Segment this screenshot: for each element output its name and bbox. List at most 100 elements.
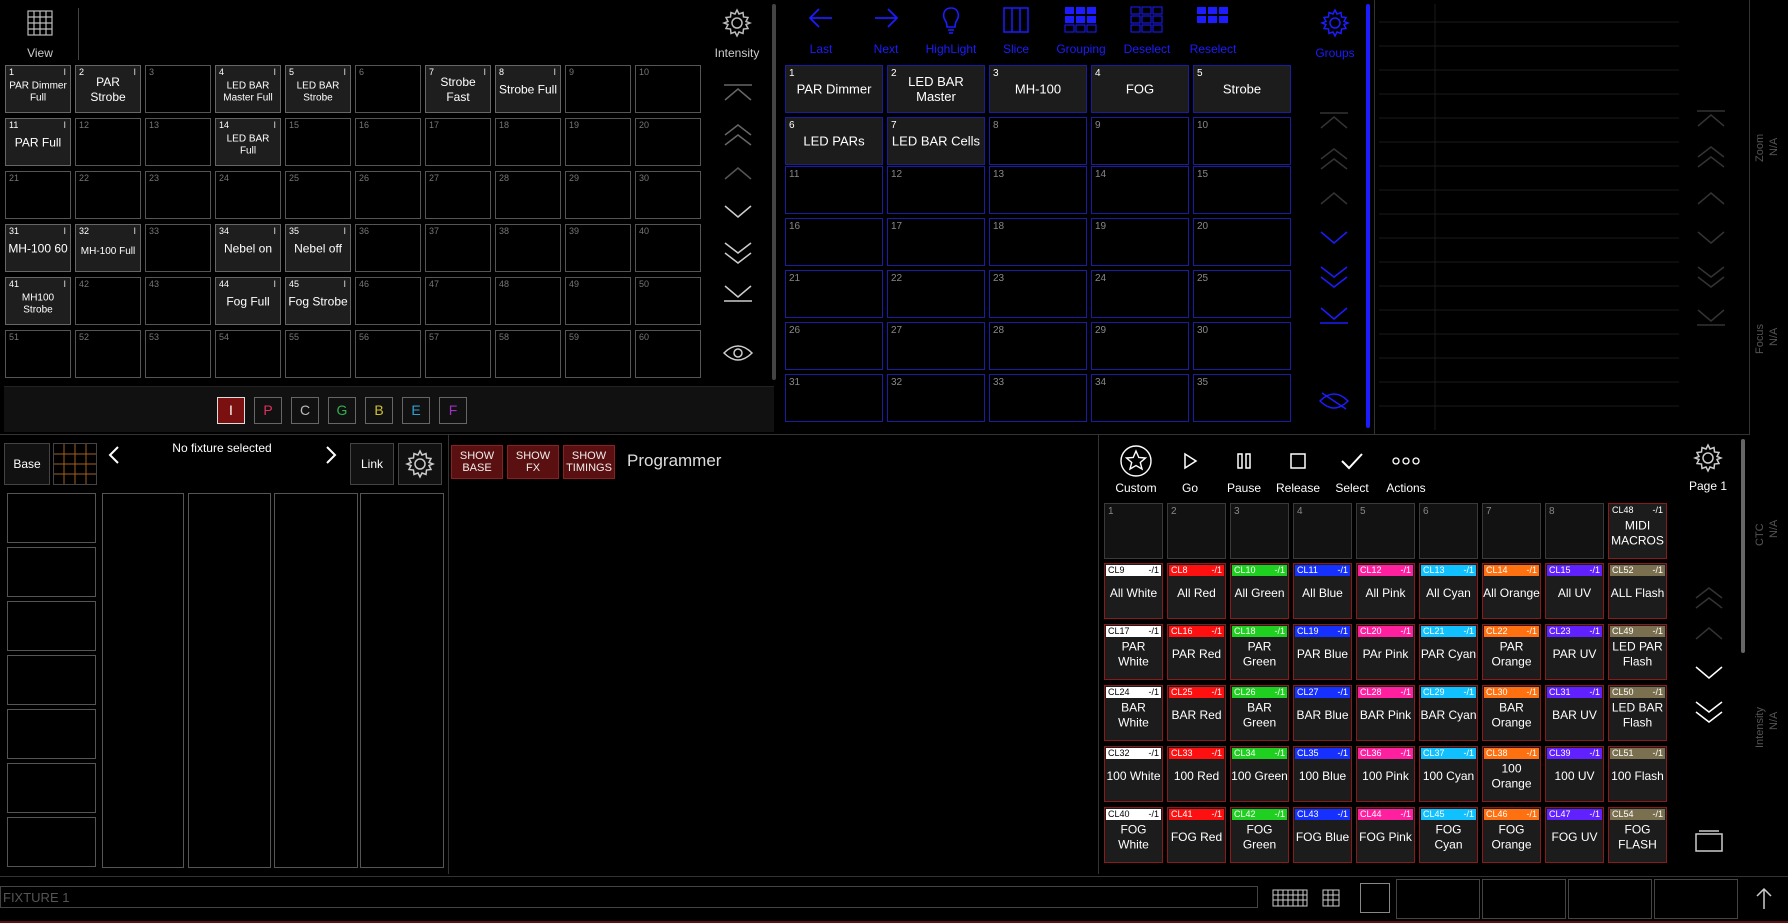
- fixture-slot[interactable]: [7, 547, 96, 597]
- scroll-up-icon[interactable]: [1695, 190, 1727, 206]
- scroll-down-icon[interactable]: [1695, 230, 1727, 246]
- group-cell[interactable]: 8: [989, 117, 1087, 165]
- group-cell[interactable]: 33: [989, 374, 1087, 422]
- eye-icon[interactable]: [722, 342, 754, 364]
- group-cell[interactable]: 18: [989, 218, 1087, 266]
- cue-button[interactable]: CL21 -/1 PAR Cyan: [1419, 624, 1478, 680]
- scroll-bottom-icon[interactable]: [1318, 306, 1350, 326]
- preset-cell[interactable]: 46: [355, 277, 421, 325]
- group-cell[interactable]: 21: [785, 270, 883, 318]
- group-cell[interactable]: 14: [1091, 166, 1189, 214]
- group-cell[interactable]: 3 MH-100: [989, 65, 1087, 113]
- preset-cell[interactable]: 48: [495, 277, 561, 325]
- preset-cell[interactable]: 11 I PAR Full: [5, 118, 71, 166]
- group-cell[interactable]: 6 LED PARs: [785, 117, 883, 165]
- group-cell[interactable]: 9: [1091, 117, 1189, 165]
- cue-button[interactable]: CL48 -/1 MIDI MACROS: [1608, 503, 1667, 559]
- cue-button[interactable]: CL49 -/1 LED PAR Flash: [1608, 624, 1667, 680]
- page-up-icon[interactable]: [1318, 146, 1350, 172]
- bottom-slot[interactable]: [1654, 879, 1738, 919]
- group-cell[interactable]: 5 Strobe: [1193, 65, 1291, 113]
- preset-cell[interactable]: 56: [355, 330, 421, 378]
- group-cell[interactable]: 19: [1091, 218, 1189, 266]
- filter-chip[interactable]: P: [254, 397, 282, 424]
- preset-cell[interactable]: 59: [565, 330, 631, 378]
- preset-cell[interactable]: 6: [355, 65, 421, 113]
- preset-cell[interactable]: 18: [495, 118, 561, 166]
- preset-cell[interactable]: 24: [215, 171, 281, 219]
- scroll-up-icon[interactable]: [1318, 190, 1350, 206]
- filter-chip[interactable]: F: [439, 397, 467, 424]
- scroll-down-icon[interactable]: [1318, 230, 1350, 246]
- cue-button[interactable]: CL19 -/1 PAR Blue: [1293, 624, 1352, 680]
- filter-chip[interactable]: G: [328, 397, 356, 424]
- scroll-top-icon[interactable]: [1318, 110, 1350, 130]
- scroll-bottom-icon[interactable]: [722, 284, 754, 304]
- preset-cell[interactable]: 52: [75, 330, 141, 378]
- empty-cue-slot[interactable]: 6: [1419, 503, 1478, 559]
- fixture-column[interactable]: [188, 493, 271, 868]
- chevron-left-icon[interactable]: [106, 445, 122, 465]
- cue-button[interactable]: CL43 -/1 FOG Blue: [1293, 807, 1352, 863]
- fixture-column[interactable]: [274, 493, 358, 868]
- preset-cell[interactable]: 41 I MH100 Strobe: [5, 277, 71, 325]
- preset-cell[interactable]: 16: [355, 118, 421, 166]
- show-timings-button[interactable]: SHOW TIMINGS: [563, 445, 615, 479]
- group-cell[interactable]: 22: [887, 270, 985, 318]
- preset-cell[interactable]: 2 I PAR Strobe: [75, 65, 141, 113]
- cue-button[interactable]: CL35 -/1 100 Blue: [1293, 746, 1352, 802]
- cue-button[interactable]: CL14 -/1 All Orange: [1482, 563, 1541, 619]
- preset-cell[interactable]: 34 I Nebel on: [215, 224, 281, 272]
- group-cell[interactable]: 29: [1091, 322, 1189, 370]
- link-button[interactable]: Link: [350, 443, 394, 485]
- preset-cell[interactable]: 58: [495, 330, 561, 378]
- preset-cell[interactable]: 36: [355, 224, 421, 272]
- group-cell[interactable]: 12: [887, 166, 985, 214]
- command-line-input[interactable]: FIXTURE 1: [0, 886, 1258, 908]
- page-settings-button[interactable]: Page 1: [1683, 443, 1733, 499]
- intensity-settings-button[interactable]: Intensity: [712, 6, 762, 62]
- show-fx-button[interactable]: SHOW FX: [507, 445, 559, 479]
- preset-cell[interactable]: 31 I MH-100 60: [5, 224, 71, 272]
- preset-cell[interactable]: 29: [565, 171, 631, 219]
- preset-cell[interactable]: 15: [285, 118, 351, 166]
- cue-button[interactable]: CL29 -/1 BAR Cyan: [1419, 685, 1478, 741]
- preset-cell[interactable]: 33: [145, 224, 211, 272]
- preset-cell[interactable]: 17: [425, 118, 491, 166]
- cue-button[interactable]: CL36 -/1 100 Pink: [1356, 746, 1415, 802]
- cue-button[interactable]: CL9 -/1 All White: [1104, 563, 1163, 619]
- eye-hidden-icon[interactable]: [1318, 390, 1350, 412]
- cue-button[interactable]: CL46 -/1 FOG Orange: [1482, 807, 1541, 863]
- preset-cell[interactable]: 50: [635, 277, 701, 325]
- preset-scrollbar[interactable]: [772, 4, 776, 380]
- empty-cue-slot[interactable]: 2: [1167, 503, 1226, 559]
- cue-button[interactable]: CL41 -/1 FOG Red: [1167, 807, 1226, 863]
- preset-cell[interactable]: 20: [635, 118, 701, 166]
- group-cell[interactable]: 7 LED BAR Cells: [887, 117, 985, 165]
- groups-settings-button[interactable]: Groups: [1310, 6, 1360, 62]
- cue-button[interactable]: CL34 -/1 100 Green: [1230, 746, 1289, 802]
- cue-button[interactable]: CL50 -/1 LED BAR Flash: [1608, 685, 1667, 741]
- cue-button[interactable]: CL44 -/1 FOG Pink: [1356, 807, 1415, 863]
- group-cell[interactable]: 30: [1193, 322, 1291, 370]
- scroll-up-icon[interactable]: [722, 165, 754, 181]
- group-cell[interactable]: 24: [1091, 270, 1189, 318]
- group-cell[interactable]: 13: [989, 166, 1087, 214]
- preset-cell[interactable]: 32 I MH-100 Full: [75, 224, 141, 272]
- cue-button[interactable]: CL15 -/1 All UV: [1545, 563, 1604, 619]
- scroll-up-icon[interactable]: [1693, 625, 1725, 641]
- page-down-icon[interactable]: [1693, 699, 1725, 725]
- bottom-slot[interactable]: [1568, 879, 1652, 919]
- fixture-settings-button[interactable]: [398, 443, 442, 485]
- page-down-icon[interactable]: [1318, 264, 1350, 290]
- cue-button[interactable]: CL30 -/1 BAR Orange: [1482, 685, 1541, 741]
- fixture-slot[interactable]: [7, 817, 96, 867]
- preset-cell[interactable]: 27: [425, 171, 491, 219]
- cue-button[interactable]: CL39 -/1 100 UV: [1545, 746, 1604, 802]
- group-cell[interactable]: 20: [1193, 218, 1291, 266]
- filter-chip[interactable]: I: [217, 397, 245, 424]
- preset-cell[interactable]: 47: [425, 277, 491, 325]
- preset-cell[interactable]: 55: [285, 330, 351, 378]
- fixture-slot[interactable]: [7, 763, 96, 813]
- cue-button[interactable]: CL33 -/1 100 Red: [1167, 746, 1226, 802]
